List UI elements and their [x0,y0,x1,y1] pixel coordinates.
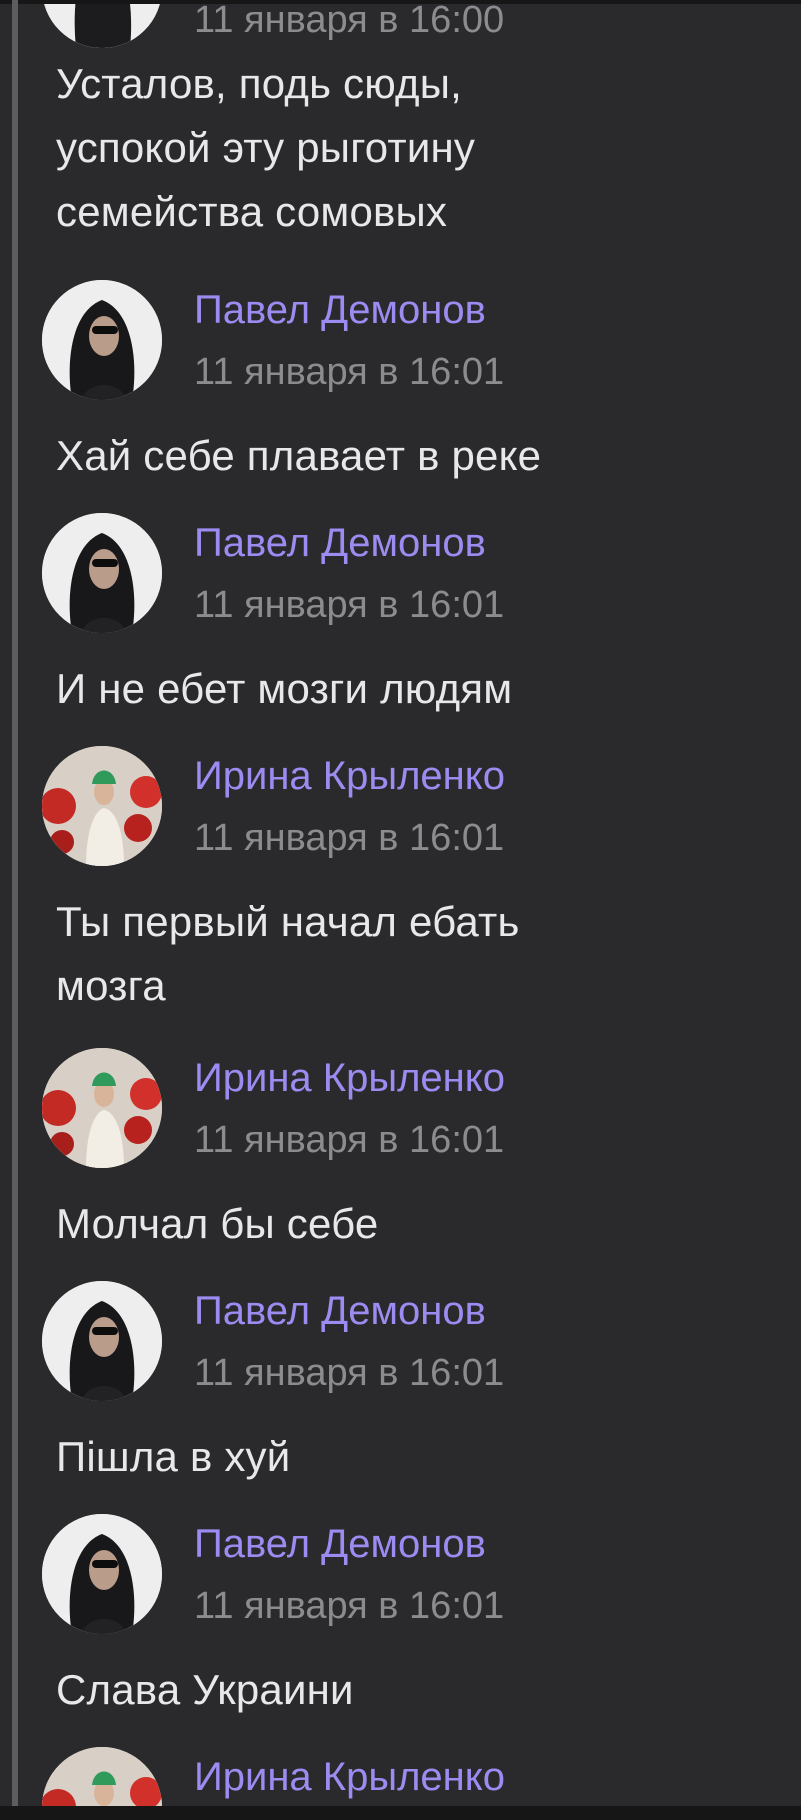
message-text: Слава Украини [56,1658,354,1722]
message-text: И не ебет мозги людям [56,657,512,721]
message-timestamp[interactable]: 11 января в 16:01 [194,816,504,860]
author-name[interactable]: Павел Демонов [194,1520,486,1568]
message-line: Молчал бы себе [56,1200,379,1247]
avatar[interactable] [42,1281,162,1401]
message-timestamp: 11 января в 16:00 [194,0,505,41]
avatar[interactable] [42,1514,162,1634]
avatar[interactable] [42,0,162,48]
message-line: Слава Украини [56,1666,354,1713]
avatar[interactable] [42,746,162,866]
author-name[interactable]: Павел Демонов [194,519,486,567]
avatar[interactable] [42,280,162,400]
message-line: Усталов, подь сюды, [56,60,462,107]
avatar[interactable] [42,513,162,633]
message-line: семейства сомовых [56,188,448,235]
message-timestamp[interactable]: 11 января в 16:01 [194,1118,504,1162]
avatar[interactable] [42,1747,162,1806]
author-name[interactable]: Ирина Крыленко [194,1753,505,1801]
avatar[interactable] [42,1048,162,1168]
message-timestamp[interactable]: 11 января в 16:01 [194,350,504,394]
avatar-irina-image [42,1048,162,1168]
message-header: Павел Демонов 11 января в 16:01 [42,513,782,633]
message-text: Усталов, подь сюды, успокой эту рыготину… [56,52,475,244]
thread-rail [12,0,18,1820]
message-line: Пішла в хуй [56,1433,291,1480]
message-text: Ты первый начал ебать мозга [56,890,520,1018]
message-header: Ирина Крыленко 11 января в 16:01 [42,1048,782,1168]
message-line: Ты первый начал ебать [56,898,520,945]
message-header: Ирина Крыленко 11 января в 16:01 [42,746,782,866]
message-line: мозга [56,962,166,1009]
avatar-pavel-image [42,0,162,48]
message-header: Павел Демонов 11 января в 16:01 [42,1514,782,1634]
avatar-pavel-image [42,280,162,400]
message-line: И не ебет мозги людям [56,665,513,712]
message-header: Павел Демонов 11 января в 16:01 [42,280,782,400]
avatar-irina-image [42,746,162,866]
message-timestamp[interactable]: 11 января в 16:01 [194,1351,504,1395]
message-header: Павел Демонов 11 января в 16:01 [42,1281,782,1401]
bottom-edge-bar [0,1806,801,1820]
avatar-pavel-image [42,1281,162,1401]
top-edge-bar [0,0,801,4]
author-name[interactable]: Ирина Крыленко [194,1054,505,1102]
avatar-irina-image [42,1747,162,1806]
message-timestamp[interactable]: 11 января в 16:01 [194,583,504,627]
author-name[interactable]: Павел Демонов [194,286,486,334]
message-line: успокой эту рыготину [56,124,476,171]
author-name[interactable]: Ирина Крыленко [194,752,505,800]
message-header-partial: Ирина Крыленко [42,1747,782,1806]
message-text: Пішла в хуй [56,1425,290,1489]
message-line: Хай себе плавает в реке [56,432,542,479]
message-timestamp[interactable]: 11 января в 16:01 [194,1584,504,1628]
author-name[interactable]: Павел Демонов [194,1287,486,1335]
avatar-pavel-image [42,513,162,633]
message-header-partial: 11 января в 16:00 [42,0,782,48]
message-text: Хай себе плавает в реке [56,424,541,488]
message-text: Молчал бы себе [56,1192,378,1256]
message-feed[interactable]: 11 января в 16:00 Усталов, подь сюды, ус… [0,0,801,1806]
avatar-pavel-image [42,1514,162,1634]
